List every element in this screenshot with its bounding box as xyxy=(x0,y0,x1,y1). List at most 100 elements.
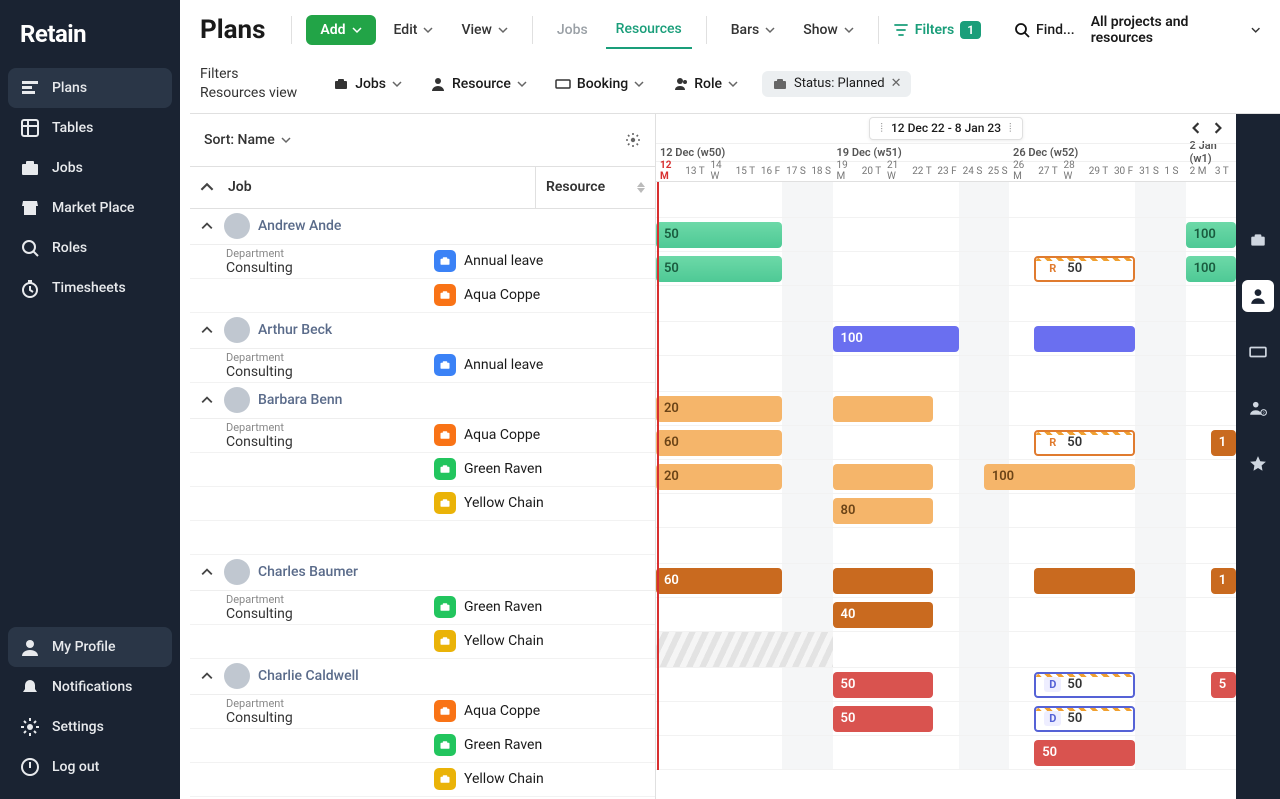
resource-row[interactable]: Arthur Beck xyxy=(190,313,655,349)
nav-jobs[interactable]: Jobs xyxy=(8,148,172,188)
day-label: 13 T xyxy=(681,162,706,181)
filter-chip-role[interactable]: Role xyxy=(662,70,748,98)
nav-settings[interactable]: Settings xyxy=(8,707,172,747)
booking-bar[interactable]: 50 xyxy=(656,222,782,248)
remove-chip-icon[interactable]: ✕ xyxy=(891,76,902,91)
avatar xyxy=(224,387,250,413)
date-range-pill[interactable]: ⦙ 12 Dec 22 - 8 Jan 23 ⦙ xyxy=(869,117,1022,140)
booking-bar[interactable] xyxy=(833,464,934,490)
chevron-down-icon xyxy=(517,79,527,89)
dept-value: Consulting xyxy=(226,606,420,622)
booking-bar[interactable] xyxy=(1034,326,1135,352)
booking-bar[interactable] xyxy=(1034,568,1135,594)
booking-bar[interactable]: D50 xyxy=(1034,706,1135,732)
booking-bar[interactable]: 100 xyxy=(1186,256,1236,282)
rail-person-icon[interactable] xyxy=(1242,280,1274,312)
sort-dropdown[interactable]: Sort: Name xyxy=(204,126,301,154)
nav-notifications[interactable]: Notifications xyxy=(8,667,172,707)
day-label: 31 S xyxy=(1135,162,1160,181)
week-label: 19 Dec (w51) xyxy=(833,144,1010,161)
booking-bar[interactable]: R50 xyxy=(1034,256,1135,282)
projects-dropdown[interactable]: All projects and resources xyxy=(1091,14,1260,46)
filter-icon xyxy=(893,22,909,38)
booking-bar[interactable]: 80 xyxy=(833,498,934,524)
menu-edit[interactable]: Edit xyxy=(384,16,444,44)
day-label: 14 W xyxy=(706,162,731,181)
collapse-toggle[interactable] xyxy=(190,394,224,406)
day-label: 16 F xyxy=(757,162,782,181)
status-chip[interactable]: Status: Planned ✕ xyxy=(762,71,911,97)
nav-roles[interactable]: Roles xyxy=(8,228,172,268)
booking-bar[interactable]: 100 xyxy=(984,464,1135,490)
menu-view[interactable]: View xyxy=(451,16,518,44)
dept-label: Department xyxy=(226,593,420,606)
filter-chip-resource[interactable]: Resource xyxy=(420,70,537,98)
filter-chip-jobs[interactable]: Jobs xyxy=(323,70,412,98)
booking-bar[interactable]: 100 xyxy=(833,326,959,352)
booking-bar[interactable]: 50 xyxy=(656,256,782,282)
rail-star-icon[interactable] xyxy=(1242,448,1274,480)
booking-bar[interactable] xyxy=(833,568,934,594)
prev-period[interactable] xyxy=(1190,122,1202,134)
booking-bar[interactable]: 1 xyxy=(1211,568,1236,594)
gear-icon[interactable] xyxy=(625,132,641,148)
resource-row[interactable]: Charles Baumer xyxy=(190,555,655,591)
nav-profile[interactable]: My Profile xyxy=(8,627,172,667)
booking-bar[interactable] xyxy=(833,396,934,422)
rail-ticket-icon[interactable] xyxy=(1242,336,1274,368)
booking-bar[interactable]: 20 xyxy=(656,396,782,422)
job-row: Green Raven xyxy=(190,729,655,763)
rail-person-help-icon[interactable]: ? xyxy=(1242,392,1274,424)
menu-show[interactable]: Show xyxy=(793,16,864,44)
filters-button[interactable]: Filters 1 xyxy=(893,21,981,39)
booking-bar[interactable]: 20 xyxy=(656,464,782,490)
day-label: 27 T xyxy=(1034,162,1059,181)
sort-icon[interactable] xyxy=(637,182,645,193)
menu-bars[interactable]: Bars xyxy=(721,16,786,44)
booking-bar[interactable]: 5 xyxy=(1211,672,1236,698)
nav-plans[interactable]: Plans xyxy=(8,68,172,108)
collapse-toggle[interactable] xyxy=(190,566,224,578)
topbar: Plans Add Edit View Jobs Resources Bars … xyxy=(180,0,1280,57)
job-icon xyxy=(434,424,456,446)
resource-row[interactable]: Charlie Caldwell xyxy=(190,659,655,695)
find-button[interactable]: Find... xyxy=(1014,22,1075,38)
col-resource[interactable]: Resource xyxy=(535,167,655,208)
add-button[interactable]: Add xyxy=(306,15,375,45)
tab-jobs[interactable]: Jobs xyxy=(547,16,598,44)
booking-bar[interactable]: 40 xyxy=(833,602,934,628)
notifications-icon xyxy=(20,677,40,697)
rail-briefcase-icon[interactable] xyxy=(1242,224,1274,256)
chevron-down-icon xyxy=(1251,25,1260,35)
chip-icon xyxy=(430,76,446,92)
collapse-toggle[interactable] xyxy=(190,220,224,232)
job-name: Annual leave xyxy=(464,253,543,269)
booking-bar[interactable]: 50 xyxy=(833,672,934,698)
booking-bar[interactable]: R50 xyxy=(1034,430,1135,456)
nav-market[interactable]: Market Place xyxy=(8,188,172,228)
resource-row[interactable]: Barbara Benn xyxy=(190,383,655,419)
tab-resources[interactable]: Resources xyxy=(606,15,692,49)
filter-chip-booking[interactable]: Booking xyxy=(545,70,654,98)
nav-tables[interactable]: Tables xyxy=(8,108,172,148)
job-row xyxy=(190,521,655,555)
day-label: 20 T xyxy=(858,162,883,181)
collapse-toggle[interactable] xyxy=(190,670,224,682)
view-label: Resources view xyxy=(200,84,297,103)
booking-bar[interactable]: 60 xyxy=(656,568,782,594)
booking-bar[interactable]: D50 xyxy=(1034,672,1135,698)
collapse-toggle[interactable] xyxy=(190,324,224,336)
next-period[interactable] xyxy=(1212,122,1224,134)
booking-bar[interactable]: 50 xyxy=(1034,740,1135,766)
nav-timesheets[interactable]: Timesheets xyxy=(8,268,172,308)
resource-row[interactable]: Andrew Ande xyxy=(190,209,655,245)
booking-bar[interactable]: 50 xyxy=(833,706,934,732)
dept-value: Consulting xyxy=(226,260,420,276)
col-job[interactable]: Job xyxy=(224,179,535,195)
nav-logout[interactable]: Log out xyxy=(8,747,172,787)
booking-bar[interactable]: 100 xyxy=(1186,222,1236,248)
chevron-up-icon[interactable] xyxy=(200,180,214,194)
booking-bar[interactable]: 1 xyxy=(1211,430,1236,456)
booking-bar[interactable]: 60 xyxy=(656,430,782,456)
briefcase-icon xyxy=(772,76,788,92)
